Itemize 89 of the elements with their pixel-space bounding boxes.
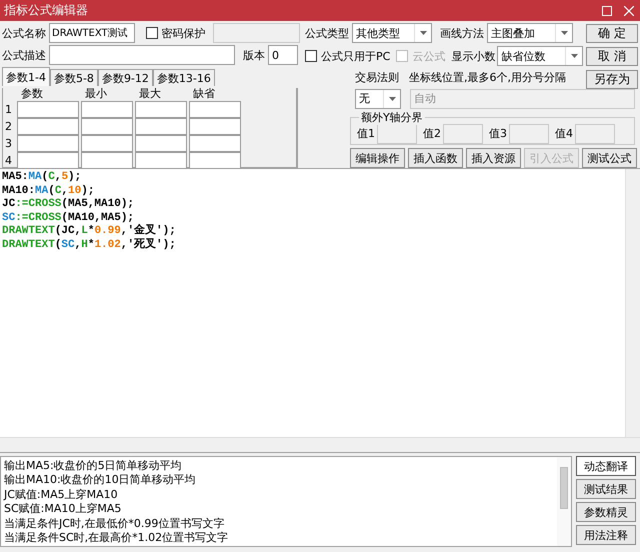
param-input[interactable] [189, 118, 241, 135]
value-field[interactable] [443, 124, 483, 144]
param-input[interactable] [135, 152, 187, 169]
param-input[interactable] [135, 118, 187, 135]
dialog-button[interactable]: 确 定 [586, 24, 638, 43]
code-line: MA10:MA(C,10); [2, 184, 96, 198]
dropdown[interactable]: 无 [355, 88, 401, 108]
side-button[interactable]: 动态翻译 [576, 456, 636, 476]
dropdown[interactable]: 缺省位数 [497, 46, 584, 66]
field-label: 交易法则 [355, 70, 399, 85]
row-number: 3 [5, 136, 13, 152]
field-label: 公式描述 [2, 48, 46, 62]
dialog-button[interactable]: 取 消 [586, 47, 638, 66]
output-line: 当满足条件JC时,在最低价*0.99位置书写文字 [4, 516, 226, 531]
code-line: DRAWTEXT(JC,L*0.99,'金叉'); [2, 225, 177, 238]
param-input[interactable] [135, 135, 187, 152]
param-input[interactable] [189, 101, 241, 118]
field-label: 公式名称 [2, 26, 46, 40]
toolbar-button[interactable]: 编辑操作 [350, 148, 405, 168]
output-line: 输出MA10:收盘价的10日简单移动平均 [4, 473, 197, 488]
scrollbar-thumb[interactable] [560, 467, 568, 509]
code-line: JC:=CROSS(MA5,MA10); [2, 198, 136, 212]
param-input[interactable] [17, 135, 79, 152]
toolbar-button[interactable]: 测试公式 [582, 148, 637, 168]
group-title: 额外Y轴分界 [359, 110, 425, 125]
version-field[interactable]: 0 [268, 45, 298, 65]
param-input[interactable] [189, 152, 241, 169]
dialog-button[interactable]: 另存为 [586, 70, 638, 89]
value-field[interactable] [575, 124, 615, 144]
row-number: 4 [5, 153, 13, 169]
side-button[interactable]: 用法注释 [576, 525, 636, 545]
caret-icon [388, 96, 396, 100]
output-line: 当满足条件SC时,在最高价*1.02位置书写文字 [4, 530, 230, 546]
field-label: 显示小数 [451, 48, 496, 64]
toolbar-button[interactable]: 插入资源 [466, 148, 521, 168]
param-input[interactable] [135, 101, 187, 118]
tab[interactable]: 参数5-8 [50, 69, 98, 86]
tab[interactable]: 参数1-4 [2, 67, 50, 86]
description-field[interactable] [49, 45, 235, 65]
field-label: 值3 [489, 126, 507, 141]
caret-icon [570, 54, 578, 58]
row-number: 2 [5, 119, 13, 135]
side-button[interactable]: 测试结果 [576, 479, 636, 499]
field-label: 画线方法 [440, 26, 484, 40]
param-input[interactable] [81, 152, 133, 169]
param-input[interactable] [17, 118, 79, 135]
column-header: 缺省 [192, 88, 216, 101]
code-line: DRAWTEXT(SC,H*1.02,'死叉'); [2, 238, 177, 253]
row-number: 1 [5, 102, 13, 118]
field-label: 坐标线位置,最多6个,用分号分隔 [409, 70, 566, 85]
output-line: 输出MA5:收盘价的5日简单移动平均 [4, 459, 183, 474]
dropdown[interactable]: 其他类型 [352, 23, 432, 43]
code-line: SC:=CROSS(MA10,MA5); [2, 212, 134, 224]
maximize-icon [602, 6, 612, 16]
param-input[interactable] [81, 101, 133, 118]
checkbox-label: 公式只用于PC [321, 48, 390, 64]
dropdown[interactable]: 主图叠加 [487, 23, 573, 43]
field-label: 值1 [357, 126, 375, 141]
caret-icon [420, 31, 426, 35]
output-line: JC赋值:MA5上穿MA10 [4, 488, 119, 502]
tab[interactable]: 参数9-12 [98, 69, 153, 86]
side-button[interactable]: 参数精灵 [576, 502, 636, 522]
column-header: 参数 [20, 88, 44, 101]
checkbox[interactable] [305, 50, 317, 62]
caret-icon [560, 31, 568, 35]
checkbox-label: 密码保护 [162, 26, 206, 40]
checkbox-label: 云公式 [412, 48, 446, 64]
param-input[interactable] [17, 152, 79, 169]
param-input[interactable] [17, 101, 79, 118]
window-title: 指标公式编辑器 [4, 2, 89, 19]
field-label: 值2 [423, 126, 441, 141]
column-header: 最大 [138, 88, 162, 101]
output-line: SC赋值:MA10上穿MA5 [4, 502, 122, 517]
code-editor[interactable]: MA5:MA(C,5); MA10:MA(C,10); JC:=CROSS(MA5,MA10); SC:=CROSS(MA10,MA5); DRAWTEXT(JC,L*0.99,'金叉'); DRAWTEXT(SC,H*1.02,'死叉'); [0, 169, 625, 437]
checkbox[interactable] [146, 27, 158, 39]
value-field[interactable] [509, 124, 549, 144]
param-input[interactable] [81, 118, 133, 135]
param-input[interactable] [81, 135, 133, 152]
value-field[interactable] [377, 124, 417, 144]
param-input[interactable] [189, 135, 241, 152]
name-field[interactable]: DRAWTEXT测试 [49, 23, 134, 43]
tab[interactable]: 参数13-16 [152, 69, 215, 86]
column-header: 最小 [84, 88, 108, 101]
code-line: MA5:MA(C,5); [2, 171, 82, 185]
toolbar-button[interactable]: 插入函数 [408, 148, 463, 168]
field-label: 版本 [243, 48, 265, 62]
field-label: 值4 [555, 126, 573, 141]
field-label: 公式类型 [305, 26, 349, 40]
close-icon [624, 6, 634, 16]
